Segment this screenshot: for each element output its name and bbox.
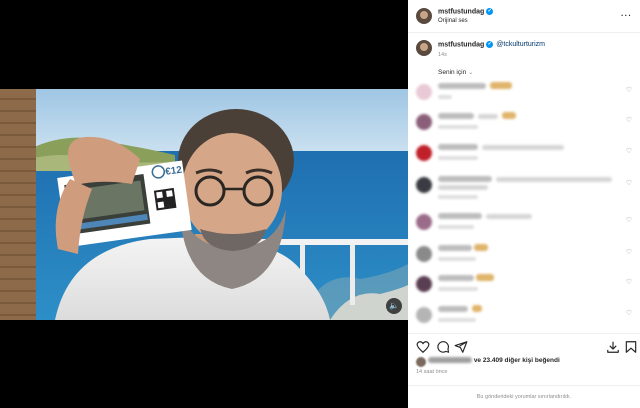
comment-item: ♡ [416,175,632,203]
commenter-avatar[interactable] [416,307,432,323]
post-time[interactable]: 14 saat önce [416,369,448,375]
comment-meta-redacted [438,225,474,229]
caption: mstfustundag ✓ @tckulturturizm 14s [408,36,640,66]
commenter-avatar[interactable] [416,214,432,230]
audio-label[interactable]: Orijinal ses [438,18,468,24]
heart-icon[interactable]: ♡ [626,309,632,317]
sort-label: Senin için [438,69,467,76]
commenter-avatar[interactable] [416,177,432,193]
comment-item: ♡ [416,143,632,171]
comment-text-redacted [486,214,532,219]
comment-item: ♡ [416,112,632,140]
comment-meta-redacted [438,257,476,261]
heart-icon[interactable]: ♡ [626,116,632,124]
chevron-down-icon: ⌄ [468,70,474,76]
bookmark-icon[interactable] [624,340,638,354]
comment-icon[interactable] [436,340,450,354]
photo-illustration: €12 [0,89,408,320]
comment-item: ♡ [416,274,632,302]
heart-icon[interactable]: ♡ [626,278,632,286]
comment-meta-redacted [438,156,478,160]
likes-summary[interactable]: ve 23.409 diğer kişi beğendi [416,357,636,367]
post-media-panel: €12 🔈 [0,0,408,408]
verified-badge-icon: ✓ [486,8,494,15]
commenter-avatar[interactable] [416,114,432,130]
commenter-avatar[interactable] [416,84,432,100]
commenter-avatar[interactable] [416,246,432,262]
commenter-name-redacted [438,213,482,219]
comment-emoji-redacted [474,244,488,251]
comments-limited-notice: Bu gönderideki yorumlar sınırlandırıldı. [408,385,640,408]
volume-icon[interactable]: 🔈 [386,298,402,314]
post-action-bar [408,333,640,359]
verified-badge-icon: ✓ [486,41,494,48]
username-link[interactable]: mstfustundag [438,8,484,15]
commenter-name-redacted [438,144,478,150]
comment-item: ♡ [416,244,632,272]
commenter-name-redacted [438,113,474,119]
liker-name-redacted [428,357,472,364]
comment-meta-redacted [438,125,478,129]
heart-icon[interactable] [416,340,430,354]
comment-emoji-redacted [490,82,512,89]
commenter-name-redacted [438,176,492,182]
avatar[interactable] [416,8,432,24]
comment-item: ♡ [416,212,632,240]
commenter-name-redacted [438,306,468,312]
caption-time: 14s [438,52,447,58]
liker-avatar [416,357,426,367]
comment-item: ♡ [416,82,632,110]
post-details-panel: mstfustundag ✓ Orijinal ses ··· mstfustun… [408,0,640,408]
comment-item: ♡ [416,305,632,333]
heart-icon[interactable]: ♡ [626,179,632,187]
comment-text-redacted [482,145,564,150]
download-icon[interactable] [606,340,620,354]
share-icon[interactable] [454,340,468,354]
commenter-avatar[interactable] [416,145,432,161]
comment-meta-redacted [438,287,478,291]
comment-meta-redacted [438,318,476,322]
likes-text: ve 23.409 diğer kişi beğendi [473,357,560,364]
more-horizontal-icon[interactable]: ··· [621,11,632,20]
comment-text-redacted [478,114,498,119]
post-photo[interactable]: €12 [0,89,408,320]
comment-meta-redacted [438,95,452,99]
caption-username-link[interactable]: mstfustundag [438,41,484,48]
comment-emoji-redacted [502,112,516,119]
caption-avatar[interactable] [416,40,432,56]
comment-sort-dropdown[interactable]: Senin için ⌄ [438,69,473,76]
comment-emoji-redacted [476,274,494,281]
commenter-avatar[interactable] [416,276,432,292]
comment-emoji-redacted [472,305,482,312]
comment-meta-redacted [438,195,478,199]
heart-icon[interactable]: ♡ [626,248,632,256]
commenter-name-redacted [438,83,486,89]
post-header: mstfustundag ✓ Orijinal ses ··· [408,0,640,33]
comment-text-redacted [496,177,612,182]
username-row: mstfustundag ✓ [438,8,494,15]
mention-link[interactable]: @tckulturturizm [496,41,545,48]
commenter-name-redacted [438,245,472,251]
commenter-name-redacted [438,275,474,281]
heart-icon[interactable]: ♡ [626,86,632,94]
comment-text-redacted [438,185,488,190]
heart-icon[interactable]: ♡ [626,216,632,224]
caption-text-row: mstfustundag ✓ @tckulturturizm [438,41,545,48]
heart-icon[interactable]: ♡ [626,147,632,155]
